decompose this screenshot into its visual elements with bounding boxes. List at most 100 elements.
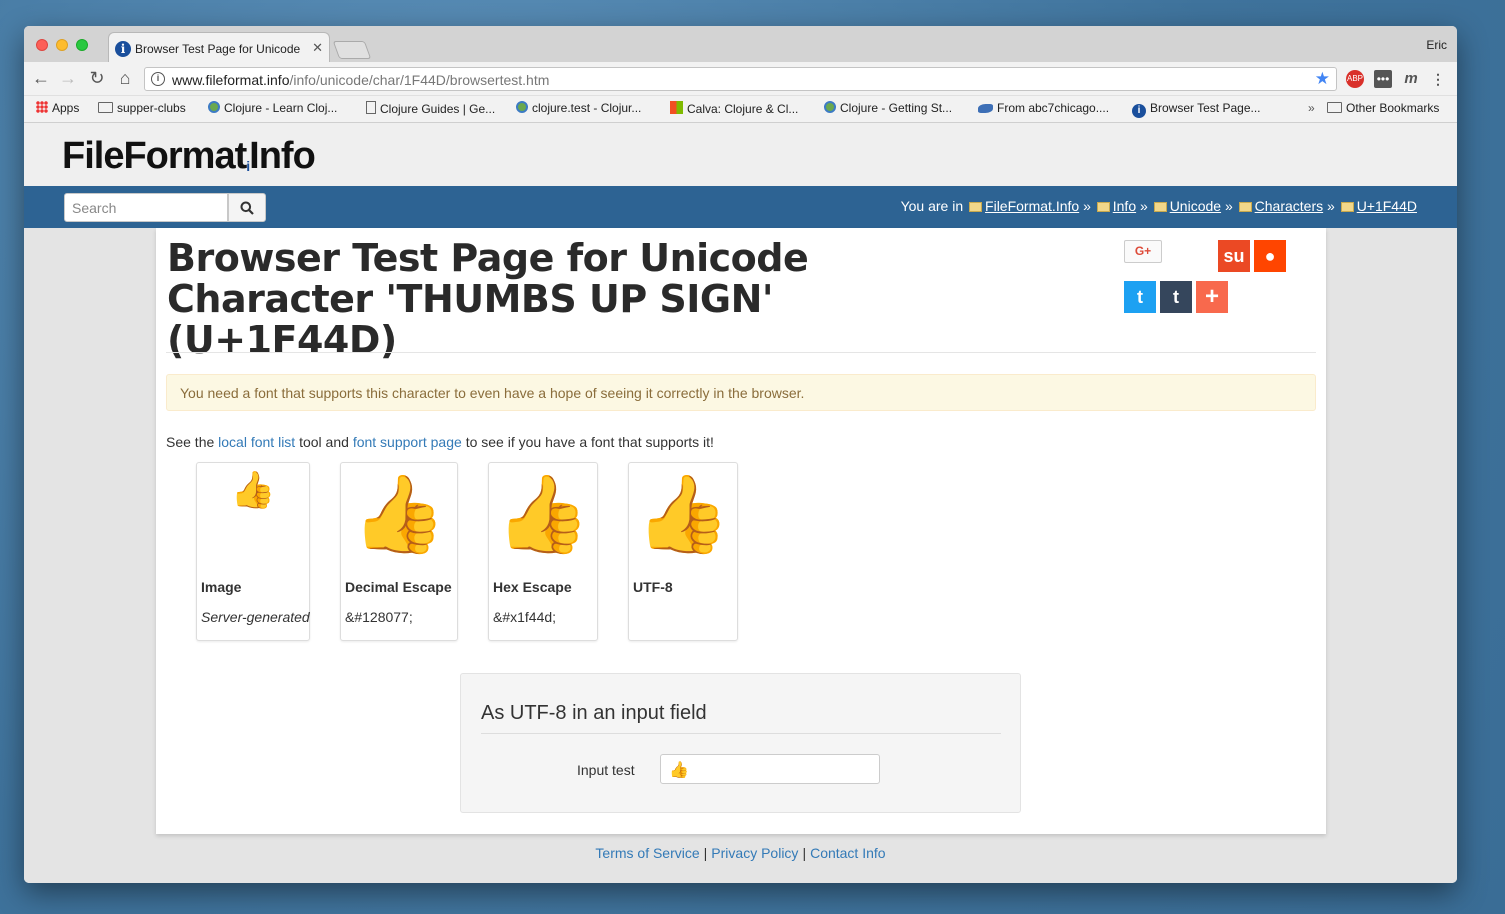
folder-icon	[969, 202, 983, 212]
reddit-icon[interactable]: ●	[1254, 240, 1286, 272]
help-text-suffix: to see if you have a font that supports …	[465, 434, 714, 450]
window-maximize-button[interactable]	[76, 39, 88, 51]
other-bookmarks-label: Other Bookmarks	[1346, 101, 1440, 115]
help-text-prefix: See the	[166, 434, 215, 450]
panel-title: As UTF-8 in an input field	[481, 702, 707, 724]
page-title: Browser Test Page for Unicode Character …	[167, 236, 809, 362]
info-icon: i	[1132, 104, 1146, 118]
privacy-policy-link[interactable]: Privacy Policy	[711, 845, 798, 861]
twitter-icon[interactable]: t	[1124, 281, 1156, 313]
search-icon	[240, 201, 254, 215]
local-font-list-link[interactable]: local font list	[218, 434, 295, 450]
panel-divider	[481, 733, 1001, 734]
search-button[interactable]	[228, 193, 266, 222]
folder-icon	[1096, 202, 1110, 212]
web-page: FileFormatiInfo You are in FileFormat.In…	[24, 123, 1457, 883]
breadcrumb-separator: »	[1083, 198, 1091, 214]
site-logo[interactable]: FileFormatiInfo	[62, 135, 316, 178]
thumbs-up-emoji-icon: 👍	[635, 472, 731, 557]
bookmark-label: Apps	[52, 101, 80, 115]
back-icon[interactable]: ←	[30, 68, 52, 89]
new-tab-button[interactable]	[332, 41, 372, 59]
bookmark-label: Clojure - Learn Cloj...	[224, 101, 338, 115]
window-minimize-button[interactable]	[56, 39, 68, 51]
clojure-icon	[516, 101, 528, 113]
bookmark-browser-test-page[interactable]: i Browser Test Page...	[1132, 101, 1261, 118]
card-sub: &#x1f44d;	[493, 609, 557, 625]
folder-icon	[1153, 202, 1167, 212]
home-icon[interactable]: ⌂	[114, 68, 136, 89]
site-footer: Terms of Service | Privacy Policy | Contact …	[24, 845, 1457, 861]
font-help-text: See the local font list tool and font su…	[166, 434, 714, 450]
card-image: 👍 Image Server-generated	[196, 462, 310, 641]
search-input[interactable]	[64, 193, 228, 222]
footer-separator: |	[802, 845, 807, 861]
font-warning-alert: You need a font that supports this chara…	[166, 374, 1316, 411]
bookmark-clojure-guides[interactable]: Clojure Guides | Ge...	[366, 101, 495, 116]
input-test-field[interactable]	[660, 754, 880, 784]
bookmark-calva[interactable]: Calva: Clojure & Cl...	[670, 101, 798, 116]
breadcrumb-info[interactable]: Info	[1113, 198, 1136, 214]
input-test-label: Input test	[577, 762, 635, 778]
bookmark-apps[interactable]: Apps	[36, 101, 79, 115]
profile-name[interactable]: Eric	[1426, 38, 1447, 52]
breadcrumb-codepoint[interactable]: U+1F44D	[1357, 198, 1417, 214]
extension-m-icon[interactable]: m	[1402, 70, 1420, 88]
card-utf8: 👍 UTF-8	[628, 462, 738, 641]
footer-separator: |	[703, 845, 708, 861]
url-host: www.fileformat.info	[172, 72, 290, 88]
forward-icon[interactable]: →	[57, 68, 79, 89]
clojure-icon	[824, 101, 836, 113]
bookmark-abc7chicago[interactable]: From abc7chicago....	[978, 101, 1109, 115]
thumbs-up-image-icon: 👍	[230, 470, 276, 511]
card-sub: &#128077;	[345, 609, 413, 625]
info-icon: i	[115, 41, 131, 57]
stumbleupon-icon[interactable]: su	[1218, 240, 1250, 272]
share-more-icon[interactable]: +	[1196, 281, 1228, 313]
logo-part-1: FileFormat	[62, 135, 247, 177]
bookmark-clojure-test[interactable]: clojure.test - Clojur...	[516, 101, 641, 115]
breadcrumb-separator: »	[1224, 198, 1233, 214]
window-close-button[interactable]	[36, 39, 48, 51]
site-info-icon[interactable]: i	[151, 72, 165, 86]
address-bar[interactable]: i www.fileformat.info/info/unicode/char/…	[144, 67, 1337, 91]
divider	[166, 352, 1316, 353]
card-label: Decimal Escape	[345, 579, 452, 595]
folder-icon	[1238, 202, 1252, 212]
help-text-middle: tool and	[299, 434, 349, 450]
breadcrumb-characters[interactable]: Characters	[1255, 198, 1323, 214]
font-support-page-link[interactable]: font support page	[353, 434, 462, 450]
bookmark-star-icon[interactable]: ★	[1315, 69, 1330, 89]
breadcrumb-separator: »	[1327, 198, 1335, 214]
main-content: Browser Test Page for Unicode Character …	[156, 228, 1326, 834]
menu-kebab-icon[interactable]: ⋮	[1429, 70, 1447, 88]
browser-tab[interactable]: i Browser Test Page for Unicode ✕	[108, 32, 330, 62]
site-navbar: You are in FileFormat.Info » Info » Unic…	[24, 186, 1457, 228]
breadcrumb-unicode[interactable]: Unicode	[1170, 198, 1221, 214]
extension-dots-icon[interactable]: •••	[1374, 70, 1392, 88]
breadcrumb-separator: »	[1140, 198, 1148, 214]
bookmark-label: Clojure Guides | Ge...	[380, 102, 496, 116]
contact-info-link[interactable]: Contact Info	[810, 845, 886, 861]
page-icon	[366, 101, 376, 114]
close-icon[interactable]: ✕	[312, 40, 323, 56]
browser-toolbar: ← → ↻ ⌂ i www.fileformat.info/info/unico…	[24, 62, 1457, 96]
folder-icon	[98, 102, 113, 113]
card-decimal-escape: 👍 Decimal Escape &#128077;	[340, 462, 458, 641]
google-plus-button[interactable]: G+	[1124, 240, 1162, 263]
reload-icon[interactable]: ↻	[86, 68, 108, 89]
tumblr-icon[interactable]: t	[1160, 281, 1192, 313]
browser-window: i Browser Test Page for Unicode ✕ Eric ←…	[24, 26, 1457, 883]
bookmarks-overflow-chevron[interactable]: »	[1308, 101, 1315, 115]
bookmark-supper-clubs[interactable]: supper-clubs	[98, 101, 186, 115]
bookmark-clojure-getting-started[interactable]: Clojure - Getting St...	[824, 101, 952, 115]
breadcrumb-fileformat[interactable]: FileFormat.Info	[985, 198, 1079, 214]
terms-of-service-link[interactable]: Terms of Service	[595, 845, 699, 861]
other-bookmarks[interactable]: Other Bookmarks	[1327, 101, 1439, 115]
thumbs-up-emoji-icon: 👍	[495, 472, 591, 557]
tab-strip: i Browser Test Page for Unicode ✕ Eric	[24, 26, 1457, 62]
bookmark-clojure-learn[interactable]: Clojure - Learn Cloj...	[208, 101, 337, 115]
card-hex-escape: 👍 Hex Escape &#x1f44d;	[488, 462, 598, 641]
extension-badge-icon[interactable]: ABP	[1346, 70, 1364, 88]
site-header: FileFormatiInfo	[24, 123, 1457, 186]
